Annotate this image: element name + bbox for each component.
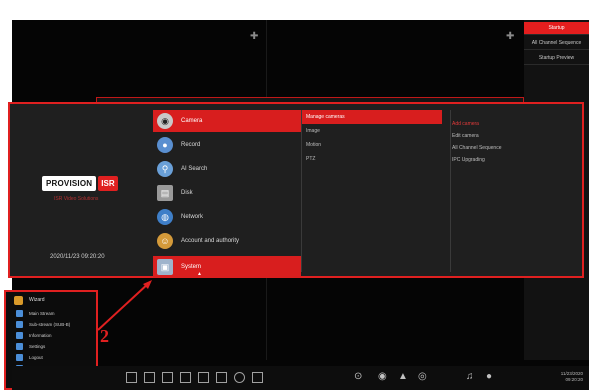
settings-icon (16, 343, 23, 350)
caret-icon: ▲ (197, 271, 202, 277)
account-icon: ☺ (157, 233, 173, 249)
sequence-icon[interactable] (234, 372, 245, 383)
layout-4-icon[interactable] (144, 372, 155, 383)
start-menu-item-label: Sub-stream (SUB-B) (29, 322, 71, 327)
right-panel-item[interactable]: All Channel Sequence (524, 37, 589, 50)
submenu2-list: Add camera Edit camera All Channel Seque… (452, 118, 572, 166)
bottom-toolbar: ⊙ ◉ ▲ ◎ ♫ ● 11/23/2020 09:20:20 (12, 366, 589, 390)
layout-16-icon[interactable] (216, 372, 227, 383)
submenu-item[interactable]: Manage cameras (302, 110, 442, 124)
logo: PROVISION ISR (42, 172, 126, 194)
layout-1-icon[interactable] (126, 372, 137, 383)
submenu2-item[interactable]: Edit camera (452, 130, 572, 142)
fullscreen-icon[interactable] (252, 372, 263, 383)
add-icon[interactable]: ✚ (506, 32, 514, 42)
category-ai-search[interactable]: ⚲ AI Search (153, 158, 301, 180)
category-camera[interactable]: ◉ Camera (153, 110, 301, 132)
record-icon[interactable]: ◉ (378, 370, 387, 384)
right-panel-item[interactable]: Startup Preview (524, 52, 589, 65)
record-icon: ● (157, 137, 173, 153)
start-menu-header-label: Wizard (29, 297, 45, 303)
category-record[interactable]: ● Record (153, 134, 301, 156)
add-icon[interactable]: ✚ (250, 32, 258, 42)
submenu-item[interactable]: PTZ (302, 152, 442, 166)
submenu-item[interactable]: Image (302, 124, 442, 138)
start-menu-item-label: Information (29, 333, 52, 338)
start-menu-item-label: Main Stream (29, 311, 55, 316)
category-account[interactable]: ☺ Account and authority (153, 230, 301, 252)
logo-subtitle: ISR Video Solutions (54, 196, 99, 202)
start-menu-item[interactable]: Logout (6, 352, 96, 363)
category-system[interactable]: ▣ System ▲ (153, 256, 301, 278)
alarm-icon[interactable]: ● (486, 370, 492, 384)
start-menu-item[interactable]: Main Stream (6, 308, 96, 319)
network-icon: ◍ (157, 209, 173, 225)
camera-icon: ◉ (157, 113, 173, 129)
layout-6-icon[interactable] (162, 372, 173, 383)
logout-icon (16, 354, 23, 361)
system-icon: ▣ (157, 259, 173, 275)
submenu-list: Manage cameras Image Motion PTZ (302, 110, 442, 166)
submenu-item[interactable]: Motion (302, 138, 442, 152)
information-icon (16, 332, 23, 339)
start-menu-item-label: Logout (29, 355, 43, 360)
wizard-icon (14, 295, 23, 305)
category-label: System (181, 264, 202, 270)
clock-time: 09:20:20 (565, 377, 583, 382)
logo-text: PROVISION (42, 175, 97, 191)
start-menu-item[interactable]: Settings (6, 341, 96, 352)
sub-stream-icon (16, 321, 23, 328)
playback-icon[interactable]: ◎ (418, 370, 427, 384)
category-disk[interactable]: ▤ Disk (153, 182, 301, 204)
category-label: AI Search (181, 166, 208, 172)
start-menu-item[interactable]: Sub-stream (SUB-B) (6, 319, 96, 330)
ai-search-icon: ⚲ (157, 161, 173, 177)
category-label: Network (181, 214, 204, 220)
submenu2-item[interactable]: Add camera (452, 118, 572, 130)
logo-badge: ISR (98, 175, 118, 191)
submenu2-item[interactable]: All Channel Sequence (452, 142, 572, 154)
start-menu-header[interactable]: Wizard (6, 292, 96, 308)
start-menu-item[interactable]: Information (6, 330, 96, 341)
disk-icon: ▤ (157, 185, 173, 201)
category-network[interactable]: ◍ Network (153, 206, 301, 228)
column-divider (450, 110, 451, 272)
snapshot-icon[interactable]: ▲ (398, 370, 408, 384)
ptz-icon[interactable]: ⊙ (354, 370, 362, 384)
submenu2-item[interactable]: IPC Upgrading (452, 154, 572, 166)
start-menu-item-label: Settings (29, 344, 46, 349)
audio-icon[interactable]: ♫ (466, 370, 474, 384)
main-stream-icon (16, 310, 23, 317)
category-label: Disk (181, 190, 193, 196)
right-panel-item[interactable]: Startup (524, 22, 589, 35)
layout-9-icon[interactable] (198, 372, 209, 383)
category-label: Account and authority (181, 238, 240, 244)
main-menu-panel: PROVISION ISR ISR Video Solutions 2020/1… (8, 102, 584, 278)
datetime-text: 2020/11/23 09:20:20 (50, 254, 105, 260)
annotation-number: 2 (100, 326, 109, 346)
category-list: ◉ Camera ● Record ⚲ AI Search ▤ Disk ◍ N… (153, 110, 301, 278)
category-label: Record (181, 142, 201, 148)
system-clock: 11/23/2020 09:20:20 (561, 371, 583, 383)
category-label: Camera (181, 118, 203, 124)
layout-8-icon[interactable] (180, 372, 191, 383)
